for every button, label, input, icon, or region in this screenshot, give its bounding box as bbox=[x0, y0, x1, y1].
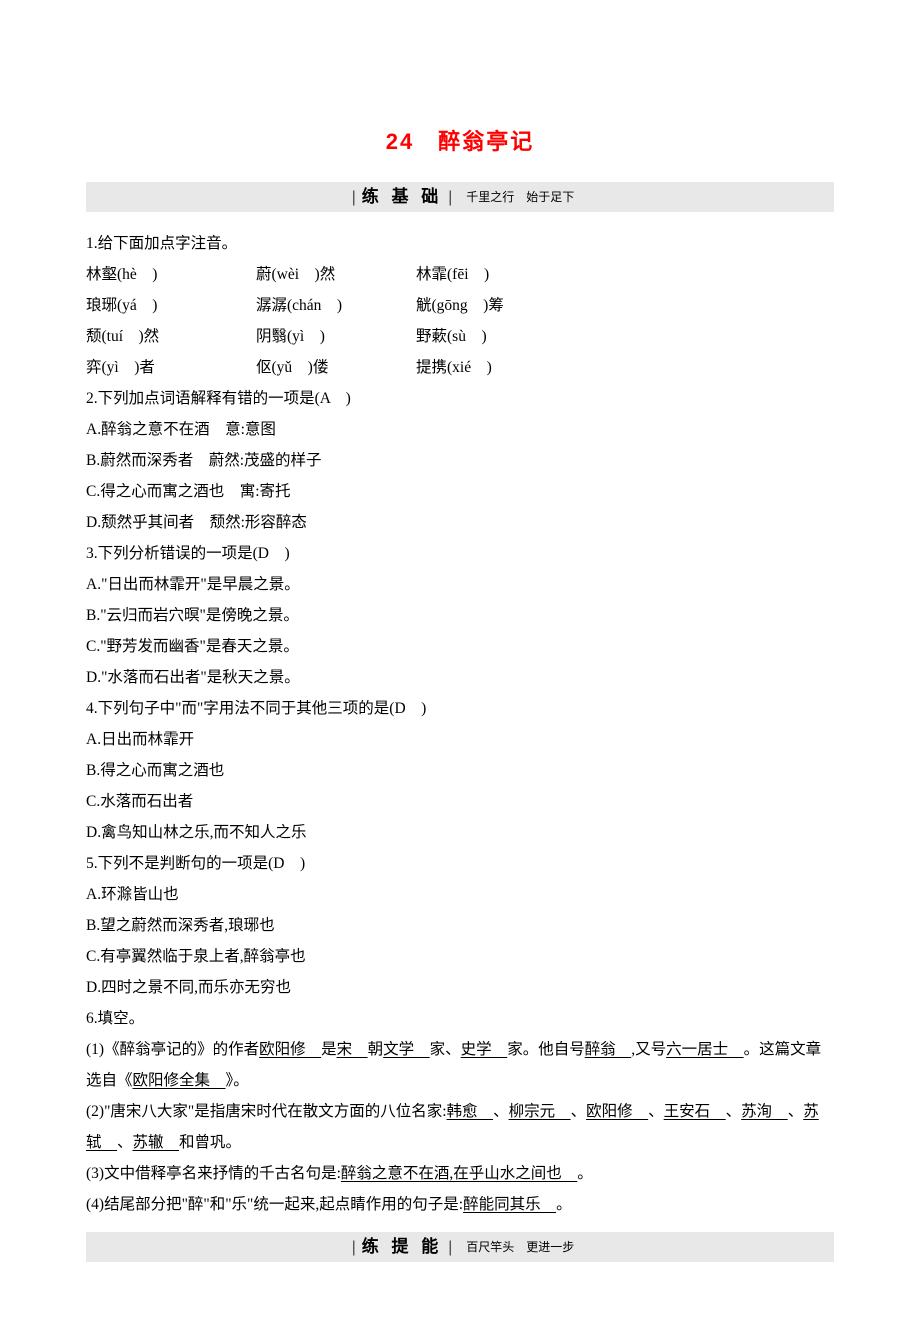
q6-text: 。 bbox=[577, 1165, 593, 1182]
q6-text: 家、 bbox=[430, 1041, 461, 1058]
q6-blank: 柳宗元 bbox=[509, 1103, 571, 1120]
q3-option: A."日出而林霏开"是早晨之景。 bbox=[86, 569, 834, 600]
q6-sub4: (4)结尾部分把"醉"和"乐"统一起来,起点睛作用的句子是:醉能同其乐 。 bbox=[86, 1189, 834, 1220]
q6-blank: 醉能同其乐 bbox=[463, 1196, 556, 1213]
q6-blank: 文学 bbox=[383, 1041, 430, 1058]
q6-blank: 欧阳修全集 bbox=[133, 1072, 226, 1089]
q1-cell: 林壑(hè ) bbox=[86, 259, 256, 290]
q6-blank: 苏辙 bbox=[133, 1134, 180, 1151]
q6-text: (4)结尾部分把"醉"和"乐"统一起来,起点睛作用的句子是: bbox=[86, 1196, 463, 1213]
q1-cell: 阴翳(yì ) bbox=[256, 321, 416, 352]
q6-blank: 欧阳修 bbox=[586, 1103, 648, 1120]
q5-prompt: 5.下列不是判断句的一项是(D ) bbox=[86, 848, 834, 879]
divider: | bbox=[448, 182, 452, 213]
q1-cell: 颓(tuí )然 bbox=[86, 321, 256, 352]
q4-option: C.水落而石出者 bbox=[86, 786, 834, 817]
q1-row: 琅琊(yá ) 潺潺(chán ) 觥(gōng )筹 bbox=[86, 290, 834, 321]
q2-option: D.颓然乎其间者 颓然:形容醉态 bbox=[86, 507, 834, 538]
q6-text: 、 bbox=[648, 1103, 664, 1120]
q1-row: 颓(tuí )然 阴翳(yì ) 野蔌(sù ) bbox=[86, 321, 834, 352]
q3-option: B."云归而岩穴暝"是傍晚之景。 bbox=[86, 600, 834, 631]
q1-cell: 伛(yǔ )偻 bbox=[256, 352, 416, 383]
q1-cell: 觥(gōng )筹 bbox=[416, 290, 504, 321]
q6-text: 。 bbox=[556, 1196, 572, 1213]
q6-prompt: 6.填空。 bbox=[86, 1003, 834, 1034]
divider: | bbox=[448, 1232, 452, 1263]
q1-prompt: 1.给下面加点字注音。 bbox=[86, 228, 834, 259]
q6-text: 》。 bbox=[226, 1072, 249, 1089]
q6-sub2: (2)"唐宋八大家"是指唐宋时代在散文方面的八位名家:韩愈 、柳宗元 、欧阳修 … bbox=[86, 1096, 834, 1158]
q1-row: 弈(yì )者 伛(yǔ )偻 提携(xié ) bbox=[86, 352, 834, 383]
q1-cell: 提携(xié ) bbox=[416, 352, 492, 383]
q3-option: D."水落而石出者"是秋天之景。 bbox=[86, 662, 834, 693]
section-bar-advance: | 练 提 能 | 百尺竿头 更进一步 bbox=[86, 1232, 834, 1262]
section-basic-right: 千里之行 始于足下 bbox=[466, 185, 574, 209]
q6-text: 、 bbox=[788, 1103, 804, 1120]
q1-row: 林壑(hè ) 蔚(wèi )然 林霏(fēi ) bbox=[86, 259, 834, 290]
q6-blank: 史学 bbox=[461, 1041, 508, 1058]
q6-text: 、 bbox=[117, 1134, 133, 1151]
q1-cell: 潺潺(chán ) bbox=[256, 290, 416, 321]
q6-sub3: (3)文中借释亭名来抒情的千古名句是:醉翁之意不在酒,在乎山水之间也 。 bbox=[86, 1158, 834, 1189]
q6-blank: 苏洵 bbox=[741, 1103, 788, 1120]
q6-text: (2)"唐宋八大家"是指唐宋时代在散文方面的八位名家: bbox=[86, 1103, 447, 1120]
q6-blank: 醉翁之意不在酒,在乎山水之间也 bbox=[341, 1165, 577, 1182]
q5-option: D.四时之景不同,而乐亦无穷也 bbox=[86, 972, 834, 1003]
divider: | bbox=[352, 1232, 356, 1263]
q2-prompt: 2.下列加点词语解释有错的一项是(A ) bbox=[86, 383, 834, 414]
q5-option: A.环滁皆山也 bbox=[86, 879, 834, 910]
q4-option: B.得之心而寓之酒也 bbox=[86, 755, 834, 786]
section-basic-left: 练 基 础 bbox=[362, 180, 442, 214]
q2-option: B.蔚然而深秀者 蔚然:茂盛的样子 bbox=[86, 445, 834, 476]
q1-cell: 弈(yì )者 bbox=[86, 352, 256, 383]
section-advance-left: 练 提 能 bbox=[362, 1230, 442, 1264]
section-advance-right: 百尺竿头 更进一步 bbox=[466, 1235, 574, 1259]
document-title: 24 醉翁亭记 bbox=[86, 120, 834, 164]
q3-option: C."野芳发而幽香"是春天之景。 bbox=[86, 631, 834, 662]
q6-blank: 韩愈 bbox=[447, 1103, 494, 1120]
q6-text: ,又号 bbox=[631, 1041, 666, 1058]
q1-cell: 野蔌(sù ) bbox=[416, 321, 487, 352]
q6-text: 家。他自号 bbox=[507, 1041, 585, 1058]
q4-option: A.日出而林霏开 bbox=[86, 724, 834, 755]
q6-blank: 宋 bbox=[337, 1041, 368, 1058]
q6-blank: 王安石 bbox=[664, 1103, 726, 1120]
q5-option: B.望之蔚然而深秀者,琅琊也 bbox=[86, 910, 834, 941]
q4-prompt: 4.下列句子中"而"字用法不同于其他三项的是(D ) bbox=[86, 693, 834, 724]
q6-sub1: (1)《醉翁亭记的》的作者欧阳修 是宋 朝文学 家、史学 家。他自号醉翁 ,又号… bbox=[86, 1034, 834, 1096]
document-page: 24 醉翁亭记 | 练 基 础 | 千里之行 始于足下 1.给下面加点字注音。 … bbox=[0, 0, 920, 1338]
q6-blank: 醉翁 bbox=[585, 1041, 632, 1058]
q1-cell: 林霏(fēi ) bbox=[416, 259, 489, 290]
q6-text: 是 bbox=[321, 1041, 337, 1058]
q6-blank: 欧阳修 bbox=[259, 1041, 321, 1058]
q4-option: D.禽鸟知山林之乐,而不知人之乐 bbox=[86, 817, 834, 848]
q5-option: C.有亭翼然临于泉上者,醉翁亭也 bbox=[86, 941, 834, 972]
divider: | bbox=[352, 182, 356, 213]
q1-cell: 蔚(wèi )然 bbox=[256, 259, 416, 290]
q6-text: 、 bbox=[493, 1103, 509, 1120]
q6-text: (3)文中借释亭名来抒情的千古名句是: bbox=[86, 1165, 341, 1182]
section-bar-basic: | 练 基 础 | 千里之行 始于足下 bbox=[86, 182, 834, 212]
q6-text: 、 bbox=[571, 1103, 587, 1120]
q1-cell: 琅琊(yá ) bbox=[86, 290, 256, 321]
q6-blank: 六一居士 bbox=[666, 1041, 744, 1058]
q6-text: 和曾巩。 bbox=[179, 1134, 241, 1151]
q6-text: 朝 bbox=[368, 1041, 384, 1058]
q6-text: (1)《醉翁亭记的》的作者 bbox=[86, 1041, 259, 1058]
q2-option: A.醉翁之意不在酒 意:意图 bbox=[86, 414, 834, 445]
q6-text: 、 bbox=[726, 1103, 742, 1120]
q3-prompt: 3.下列分析错误的一项是(D ) bbox=[86, 538, 834, 569]
q2-option: C.得之心而寓之酒也 寓:寄托 bbox=[86, 476, 834, 507]
